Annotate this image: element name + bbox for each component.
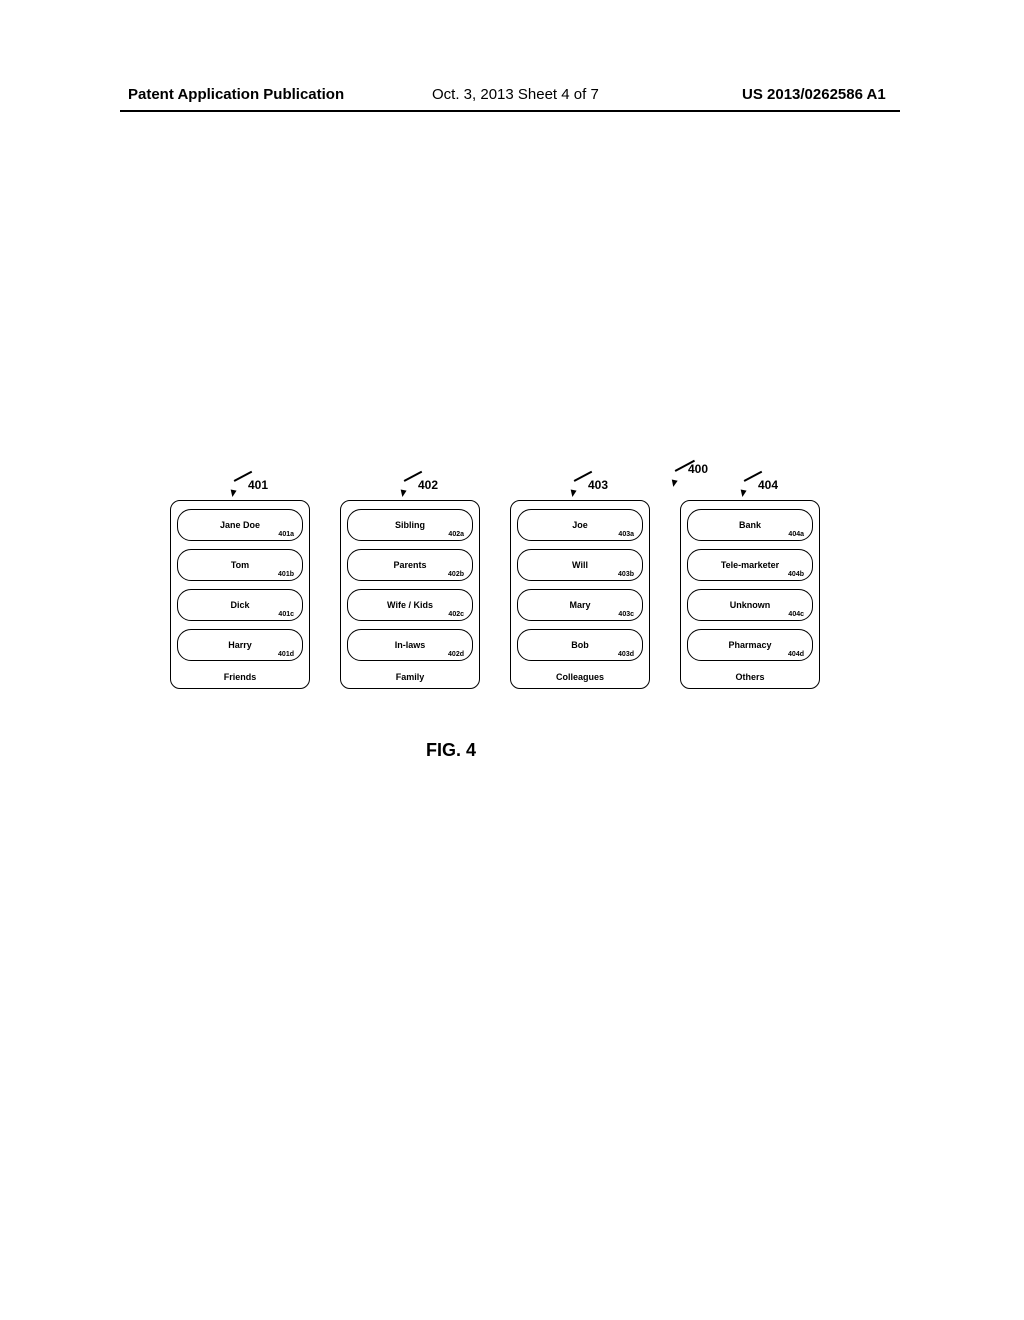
group-colleagues: Joe 403a Will 403b Mary 403c Bob 403d [510, 500, 650, 689]
contact-name: Tele-marketer [721, 560, 779, 570]
reference-numeral: 403c [618, 611, 634, 618]
group-label-colleagues: Colleagues [517, 669, 643, 684]
contact-item: Tom 401b [177, 549, 303, 581]
contact-item: Sibling 402a [347, 509, 473, 541]
reference-numeral: 404b [788, 571, 804, 578]
contact-item: Parents 402b [347, 549, 473, 581]
contact-name: Sibling [395, 520, 425, 530]
lead-line-401 [240, 490, 258, 502]
group-others: Bank 404a Tele-marketer 404b Unknown 404… [680, 500, 820, 689]
reference-numeral: 404d [788, 651, 804, 658]
group-friends: Jane Doe 401a Tom 401b Dick 401c Harry 4… [170, 500, 310, 689]
group-family: Sibling 402a Parents 402b Wife / Kids 40… [340, 500, 480, 689]
contact-name: Harry [228, 640, 252, 650]
group-wrap-colleagues: 403 Joe 403a Will 403b Mary 403c [510, 500, 650, 689]
contact-name: Will [572, 560, 588, 570]
group-label-family: Family [347, 669, 473, 684]
contact-item: Tele-marketer 404b [687, 549, 813, 581]
groups-row: 401 Jane Doe 401a Tom 401b Dick 401c [170, 500, 870, 689]
contact-name: Joe [572, 520, 588, 530]
contact-name: Bob [571, 640, 589, 650]
header-divider [120, 110, 900, 112]
reference-numeral: 402d [448, 651, 464, 658]
contact-item: Jane Doe 401a [177, 509, 303, 541]
reference-numeral: 403b [618, 571, 634, 578]
patent-page: Patent Application Publication Oct. 3, 2… [0, 0, 1024, 1320]
reference-numeral: 404c [788, 611, 804, 618]
group-wrap-family: 402 Sibling 402a Parents 402b Wife / Kid… [340, 500, 480, 689]
contact-name: Jane Doe [220, 520, 260, 530]
contact-item: Pharmacy 404d [687, 629, 813, 661]
contact-name: Dick [230, 600, 249, 610]
header-date-sheet: Oct. 3, 2013 Sheet 4 of 7 [432, 86, 599, 103]
contact-item: In-laws 402d [347, 629, 473, 661]
contact-name: Bank [739, 520, 761, 530]
contact-item: Joe 403a [517, 509, 643, 541]
group-label-others: Others [687, 669, 813, 684]
contact-name: In-laws [395, 640, 426, 650]
contact-item: Harry 401d [177, 629, 303, 661]
contact-item: Bank 404a [687, 509, 813, 541]
header-publication-number: US 2013/0262586 A1 [742, 86, 886, 103]
reference-numeral: 403d [618, 651, 634, 658]
contact-item: Unknown 404c [687, 589, 813, 621]
header-publication-type: Patent Application Publication [128, 86, 344, 103]
group-wrap-others: 404 Bank 404a Tele-marketer 404b Unknown… [680, 500, 820, 689]
lead-line-403 [580, 490, 598, 502]
contact-name: Unknown [730, 600, 771, 610]
reference-numeral: 402b [448, 571, 464, 578]
figure-caption: FIG. 4 [426, 740, 476, 761]
contact-item: Wife / Kids 402c [347, 589, 473, 621]
contact-item: Will 403b [517, 549, 643, 581]
reference-numeral: 401b [278, 571, 294, 578]
contact-item: Mary 403c [517, 589, 643, 621]
contact-name: Parents [393, 560, 426, 570]
reference-numeral: 401a [278, 531, 294, 538]
group-label-friends: Friends [177, 669, 303, 684]
contact-name: Pharmacy [728, 640, 771, 650]
contact-name: Tom [231, 560, 249, 570]
reference-numeral: 401c [278, 611, 294, 618]
lead-line-402 [410, 490, 428, 502]
reference-numeral: 402a [448, 531, 464, 538]
reference-numeral: 404a [788, 531, 804, 538]
lead-line-400 [675, 470, 699, 494]
reference-numeral: 402c [448, 611, 464, 618]
reference-numeral: 401d [278, 651, 294, 658]
reference-numeral: 403a [618, 531, 634, 538]
group-wrap-friends: 401 Jane Doe 401a Tom 401b Dick 401c [170, 500, 310, 689]
lead-line-404 [750, 490, 768, 502]
contact-name: Wife / Kids [387, 600, 433, 610]
figure-4-diagram: 400 401 Jane Doe 401a Tom 401b Dick [170, 500, 870, 689]
contact-name: Mary [569, 600, 590, 610]
contact-item: Bob 403d [517, 629, 643, 661]
contact-item: Dick 401c [177, 589, 303, 621]
